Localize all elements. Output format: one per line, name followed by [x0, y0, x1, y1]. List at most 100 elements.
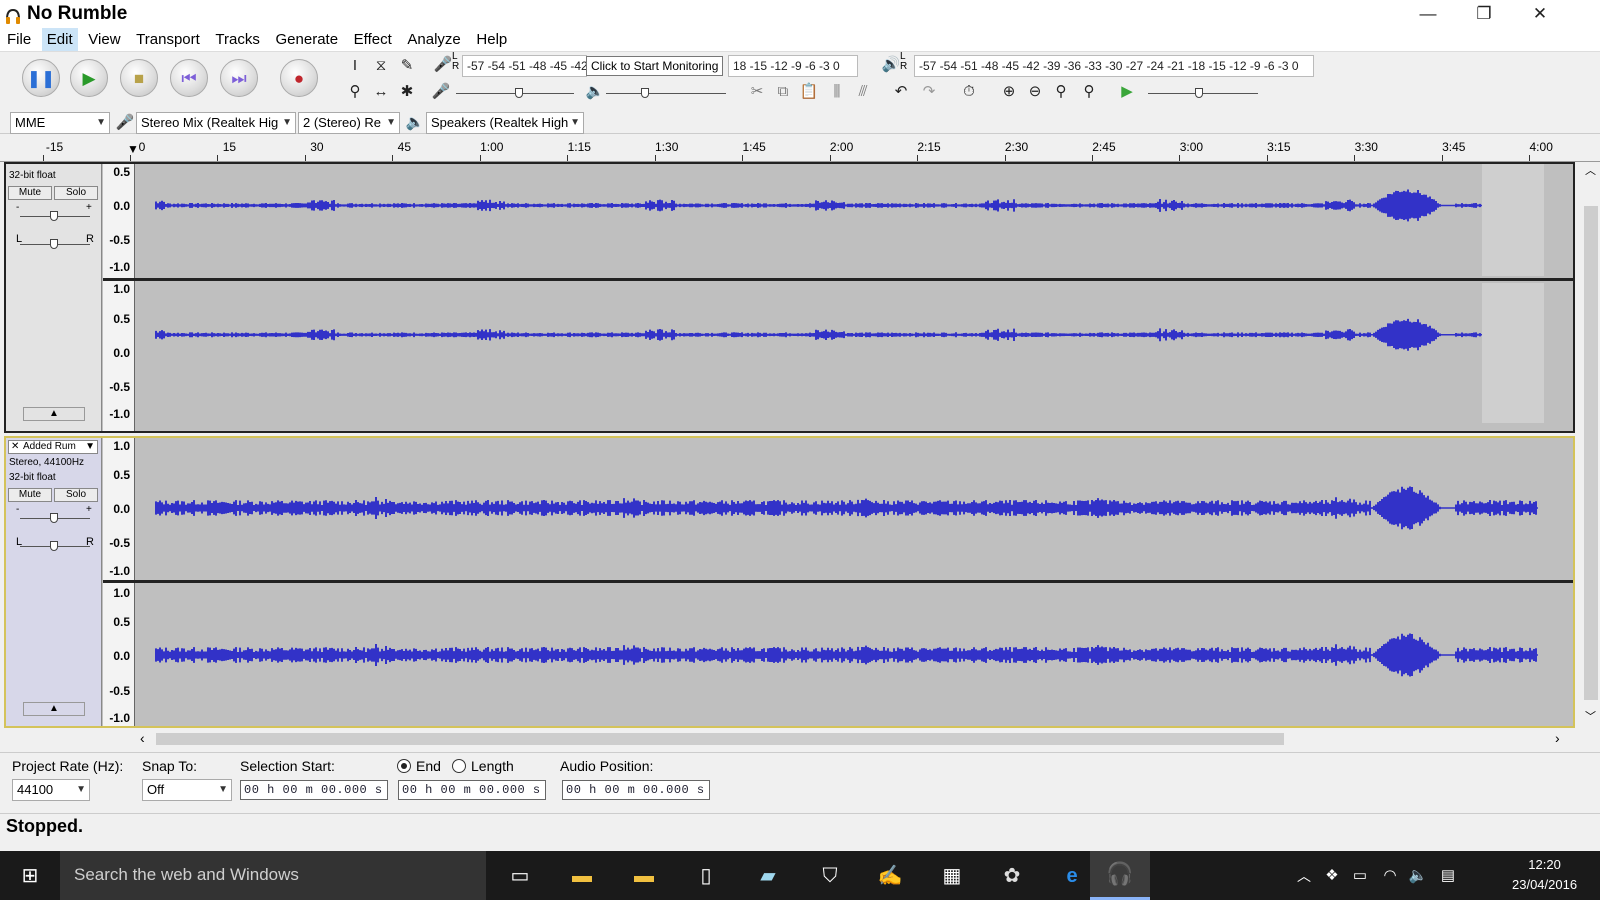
playback-volume-slider[interactable] [606, 93, 726, 94]
track-2-right-waveform[interactable] [136, 584, 1544, 726]
calculator-icon[interactable]: ▦ [938, 862, 966, 890]
red-app-icon[interactable]: ✍ [876, 862, 904, 890]
track-2-dropdown-icon[interactable]: ▼ [85, 441, 95, 453]
paste-icon[interactable]: 📋 [798, 81, 820, 103]
menu-generate[interactable]: Generate [271, 28, 344, 51]
taskbar-clock[interactable]: 12:20 23/04/2016 [1512, 855, 1577, 895]
menu-analyze[interactable]: Analyze [402, 28, 465, 51]
track-2-mute-button[interactable]: Mute [8, 488, 52, 502]
channels-select[interactable]: 2 (Stereo) Re ▼ [298, 112, 400, 134]
recording-device-select[interactable]: Stereo Mix (Realtek Hig ▼ [136, 112, 296, 134]
play-speed-slider[interactable] [1148, 93, 1258, 94]
track-2-pan-knob[interactable] [50, 541, 58, 551]
menu-tracks[interactable]: Tracks [210, 28, 264, 51]
track-1-left-waveform[interactable] [136, 164, 1544, 276]
track-1-solo-button[interactable]: Solo [54, 186, 98, 200]
scroll-up-icon[interactable]: ︿ [1585, 162, 1596, 178]
tablet-app-icon[interactable]: ▰ [754, 862, 782, 890]
horizontal-scrollbar[interactable]: ‹ › [130, 730, 1570, 748]
minimize-button[interactable]: — [1400, 0, 1456, 30]
wifi-icon[interactable]: ◠ [1376, 862, 1404, 890]
playhead-marker-icon[interactable]: ▼ [127, 142, 139, 156]
envelope-tool-icon[interactable]: ⧖ [370, 55, 392, 77]
zoom-out-icon[interactable]: ⊖ [1024, 81, 1046, 103]
multi-tool-icon[interactable]: ✱ [396, 81, 418, 103]
dropbox-icon[interactable]: ❖ [1318, 862, 1346, 890]
menu-effect[interactable]: Effect [349, 28, 397, 51]
cut-icon[interactable]: ✂ [746, 81, 768, 103]
fit-project-icon[interactable]: ⚲ [1078, 81, 1100, 103]
draw-tool-icon[interactable]: ✎ [396, 55, 418, 77]
timeshift-tool-icon[interactable]: ↔ [370, 81, 392, 103]
action-center-icon[interactable]: ▤ [1434, 862, 1462, 890]
skip-to-start-button[interactable]: ⏮ [170, 59, 208, 97]
menu-view[interactable]: View [83, 28, 125, 51]
track-1-pan-knob[interactable] [50, 239, 58, 249]
media-app-icon[interactable]: ✿ [998, 862, 1026, 890]
folder-icon[interactable]: ▬ [630, 862, 658, 890]
vertical-scroll-thumb[interactable] [1584, 206, 1598, 700]
track-1-collapse-button[interactable]: ▲ [23, 407, 85, 421]
scroll-right-icon[interactable]: › [1555, 730, 1560, 746]
menu-file[interactable]: File [2, 28, 36, 51]
skip-to-end-button[interactable]: ⏭ [220, 59, 258, 97]
close-button[interactable]: ✕ [1512, 0, 1568, 30]
record-meter-scale-left[interactable]: -57 -54 -51 -48 -45 -42 [462, 55, 587, 77]
track-2-collapse-button[interactable]: ▲ [23, 702, 85, 716]
fox-app-icon[interactable]: ⛉ [816, 862, 844, 890]
record-meter-scale-right[interactable]: 18 -15 -12 -9 -6 -3 0 [728, 55, 858, 77]
zoom-in-icon[interactable]: ⊕ [998, 81, 1020, 103]
selection-end-field[interactable]: 00 h 00 m 00.000 s [398, 780, 546, 800]
record-button[interactable]: ● [280, 59, 318, 97]
menu-help[interactable]: Help [471, 28, 512, 51]
end-radio[interactable] [397, 759, 411, 773]
track-1-gain-knob[interactable] [50, 211, 58, 221]
length-radio[interactable] [452, 759, 466, 773]
pause-button[interactable]: ❚❚ [22, 59, 60, 97]
play-button[interactable]: ▶ [70, 59, 108, 97]
sync-lock-icon[interactable]: ⏱ [958, 81, 980, 103]
file-explorer-icon[interactable]: ▬ [568, 862, 596, 890]
stop-button[interactable]: ■ [120, 59, 158, 97]
track-2-left-waveform[interactable] [136, 438, 1544, 578]
playback-meter-scale[interactable]: -57 -54 -51 -48 -45 -42 -39 -36 -33 -30 … [914, 55, 1314, 77]
selection-tool-icon[interactable]: I [344, 55, 366, 77]
undo-icon[interactable]: ↶ [890, 81, 912, 103]
redo-icon[interactable]: ↷ [918, 81, 940, 103]
windows-start-icon[interactable]: ⊞ [16, 862, 44, 890]
project-rate-select[interactable]: 44100 ▼ [12, 779, 90, 801]
track-1-mute-button[interactable]: Mute [8, 186, 52, 200]
play-speed-knob[interactable] [1195, 88, 1203, 98]
playback-volume-knob[interactable] [641, 88, 649, 98]
silence-icon[interactable]: ⫻ [852, 81, 874, 103]
volume-icon[interactable]: 🔈 [1404, 862, 1432, 890]
taskbar-search-box[interactable]: Search the web and Windows [60, 851, 486, 900]
audio-position-field[interactable]: 00 h 00 m 00.000 s [562, 780, 710, 800]
track-2-close-icon[interactable]: ✕ [11, 441, 19, 453]
recording-volume-knob[interactable] [515, 88, 523, 98]
track-1-right-waveform[interactable] [136, 283, 1544, 423]
copy-icon[interactable]: ⧉ [772, 81, 794, 103]
trim-icon[interactable]: ⫼ [826, 81, 848, 103]
track-2-solo-button[interactable]: Solo [54, 488, 98, 502]
edge-browser-icon[interactable]: e [1058, 862, 1086, 890]
fit-selection-icon[interactable]: ⚲ [1050, 81, 1072, 103]
menu-transport[interactable]: Transport [131, 28, 205, 51]
zoom-tool-icon[interactable]: ⚲ [344, 81, 366, 103]
horizontal-scroll-thumb[interactable] [156, 733, 1284, 745]
selection-start-field[interactable]: 00 h 00 m 00.000 s [240, 780, 388, 800]
task-view-icon[interactable]: ▭ [506, 862, 534, 890]
playback-device-select[interactable]: Speakers (Realtek High ▼ [426, 112, 584, 134]
track-2-name-menu[interactable]: ✕ Added Rum ▼ [8, 440, 98, 454]
menu-edit[interactable]: Edit [41, 28, 78, 51]
maximize-button[interactable]: ❐ [1456, 0, 1512, 30]
vertical-scrollbar[interactable]: ︿ ﹀ [1582, 162, 1600, 728]
battery-icon[interactable]: ▭ [1346, 862, 1374, 890]
document-icon[interactable]: ▯ [692, 862, 720, 890]
snap-to-select[interactable]: Off ▼ [142, 779, 232, 801]
scroll-left-icon[interactable]: ‹ [140, 730, 145, 746]
timeline-ruler[interactable]: -15 0 15 30 45 1:00 1:15 1:30 1:45 2:00 2:15 2:30 2:… [0, 136, 1600, 162]
audio-host-select[interactable]: MME ▼ [10, 112, 110, 134]
track-2-gain-knob[interactable] [50, 513, 58, 523]
play-at-speed-icon[interactable]: ▶ [1116, 81, 1138, 103]
